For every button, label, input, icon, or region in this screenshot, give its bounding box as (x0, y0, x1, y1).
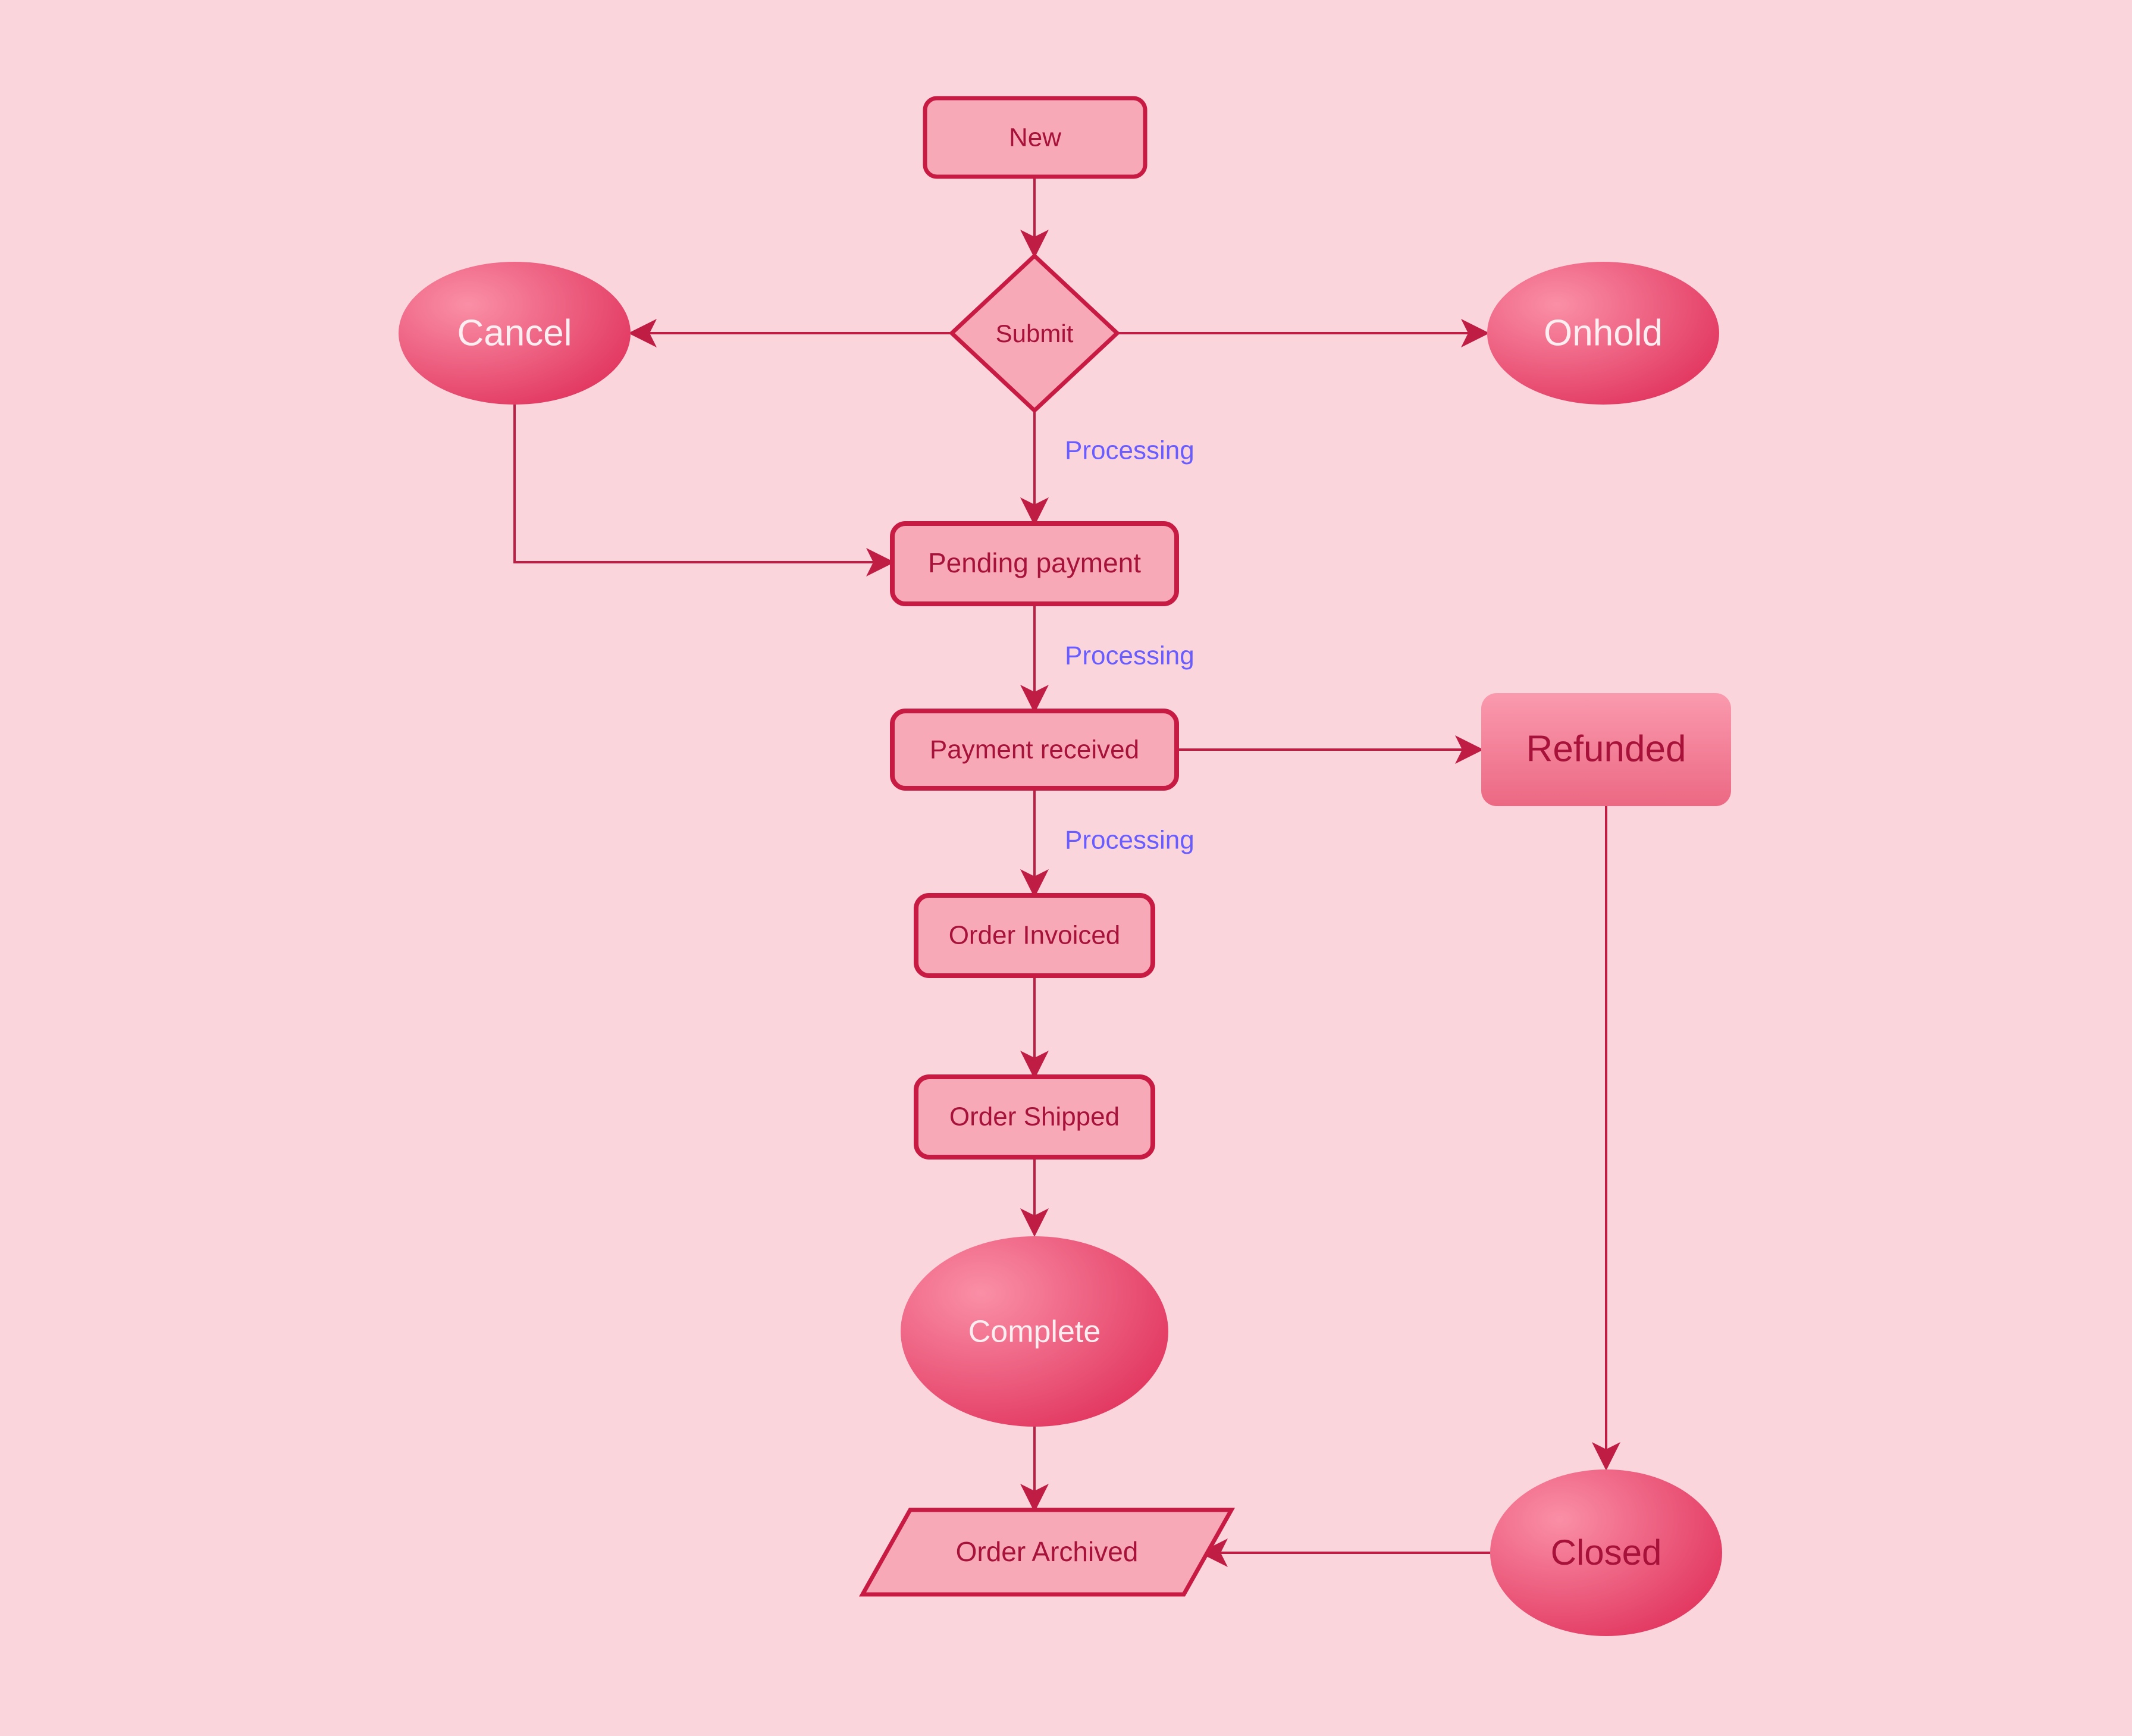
node-cancel: Cancel (399, 262, 631, 405)
edge-label-processing-1: Processing (1065, 436, 1194, 465)
node-archived-label: Order Archived (956, 1536, 1139, 1567)
node-new-label: New (1009, 123, 1061, 152)
node-archived: Order Archived (863, 1510, 1231, 1594)
node-invoiced-label: Order Invoiced (949, 921, 1121, 950)
node-cancel-label: Cancel (457, 312, 572, 353)
node-pending-label: Pending payment (928, 547, 1141, 578)
node-submit: Submit (952, 256, 1117, 411)
node-shipped-label: Order Shipped (949, 1102, 1120, 1132)
node-complete-label: Complete (968, 1315, 1101, 1349)
node-received: Payment received (892, 711, 1177, 788)
edge-label-processing-3: Processing (1065, 826, 1194, 855)
node-submit-label: Submit (996, 319, 1074, 347)
flowchart: Processing Processing Processing New Sub… (0, 0, 2132, 1736)
node-shipped: Order Shipped (916, 1077, 1153, 1157)
node-refunded: Refunded (1481, 693, 1731, 806)
node-pending: Pending payment (892, 524, 1177, 604)
node-closed: Closed (1490, 1469, 1722, 1636)
node-onhold: Onhold (1487, 262, 1719, 405)
edge-label-processing-2: Processing (1065, 641, 1194, 670)
node-refunded-label: Refunded (1526, 728, 1686, 769)
node-invoiced: Order Invoiced (916, 895, 1153, 976)
node-received-label: Payment received (930, 735, 1139, 764)
edge-cancel-pending (515, 405, 892, 562)
node-onhold-label: Onhold (1544, 312, 1663, 353)
node-closed-label: Closed (1551, 1533, 1662, 1572)
node-complete: Complete (901, 1236, 1168, 1427)
node-new: New (925, 98, 1145, 177)
